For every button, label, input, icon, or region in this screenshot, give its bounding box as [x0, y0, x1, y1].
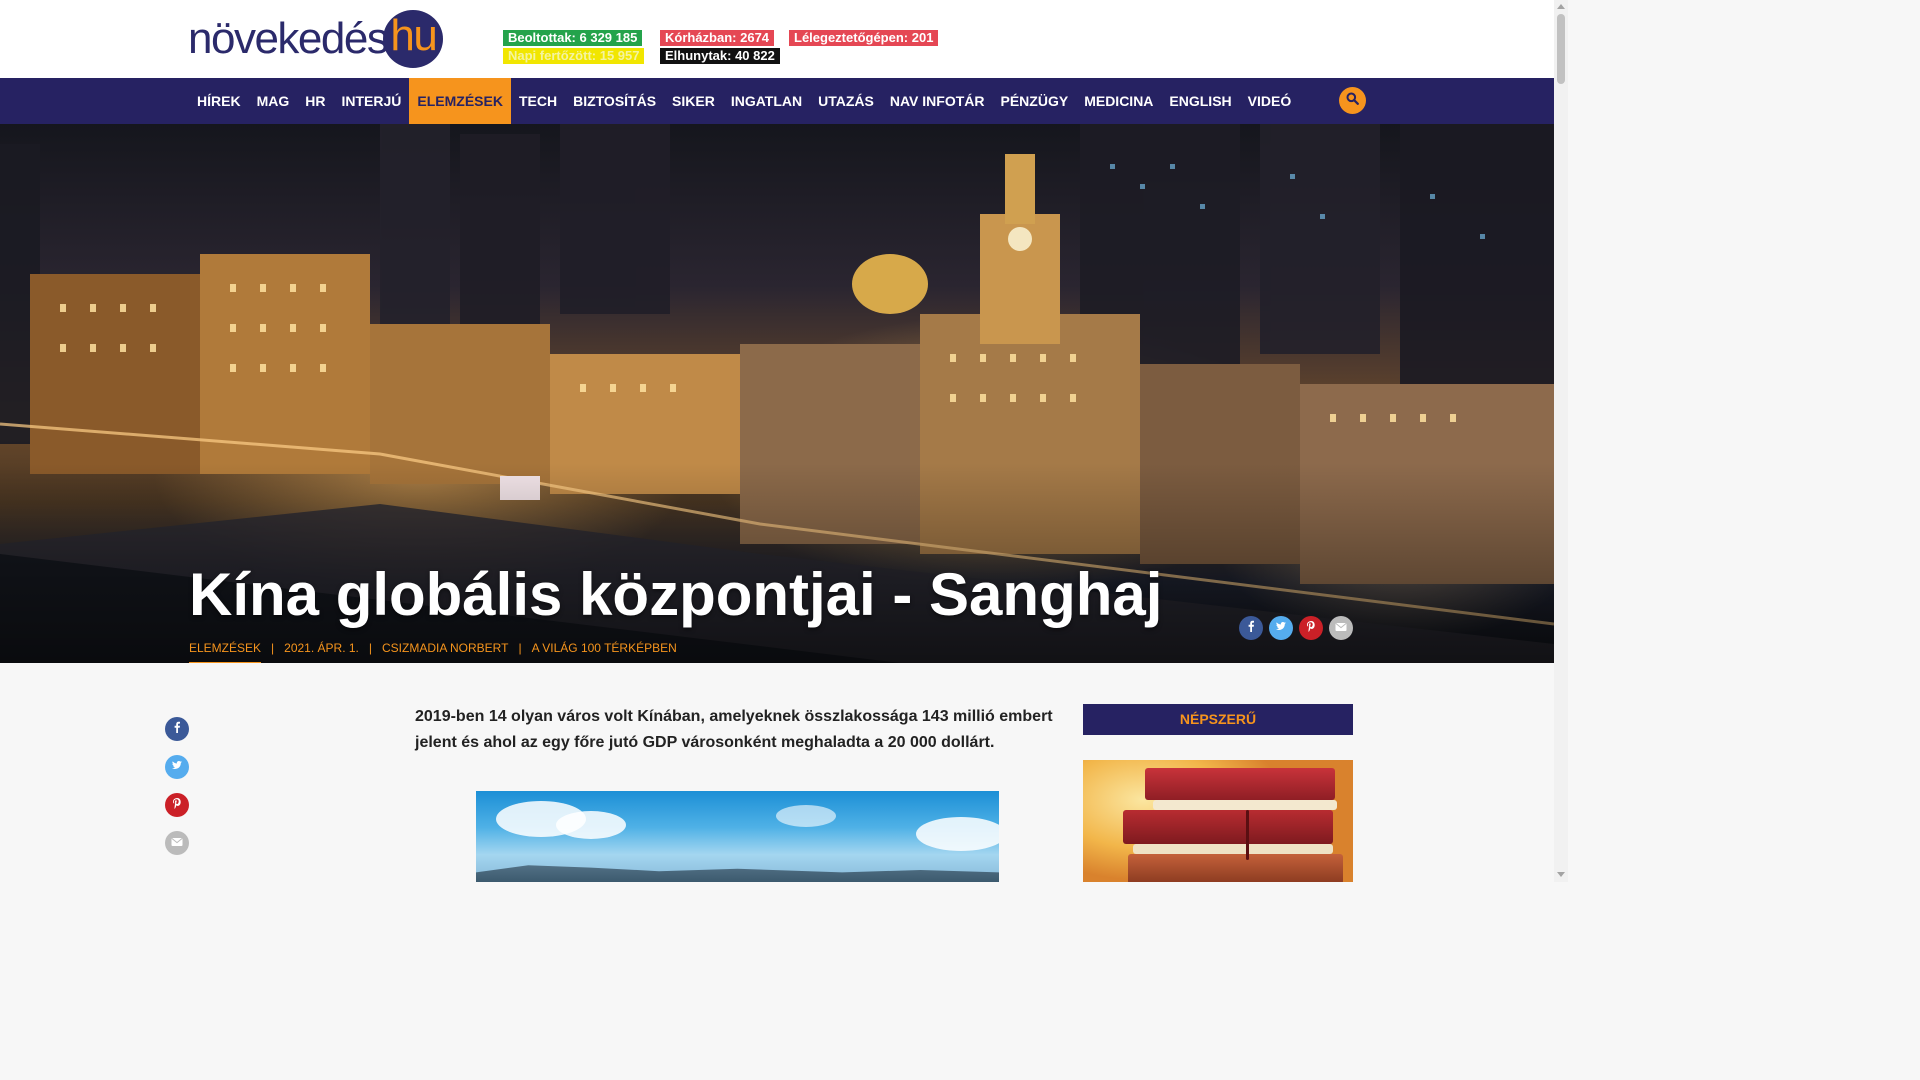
stat-vaccinated: Beoltottak: 6 329 185 — [503, 30, 643, 46]
pinterest-share-button[interactable] — [165, 793, 189, 817]
meta-date: 2021. ÁPR. 1. — [284, 641, 359, 655]
site-logo[interactable]: növekedés hu — [188, 10, 444, 68]
nav-item-hr[interactable]: HR — [297, 78, 333, 124]
cloud-shape — [916, 817, 999, 851]
nav-item-siker[interactable]: SIKER — [664, 78, 723, 124]
email-icon — [171, 834, 183, 852]
nav-item-videó[interactable]: VIDEÓ — [1240, 78, 1300, 124]
logo-circle: hu — [383, 10, 444, 68]
page-scrollbar[interactable] — [1554, 0, 1568, 882]
facebook-share-button[interactable] — [165, 717, 189, 741]
meta-series[interactable]: A VILÁG 100 TÉRKÉPBEN — [532, 641, 677, 663]
meta-separator: | — [518, 641, 522, 655]
scroll-up-arrow-icon[interactable] — [1557, 4, 1565, 9]
nav-item-ingatlan[interactable]: INGATLAN — [723, 78, 810, 124]
nav-item-biztosítás[interactable]: BIZTOSÍTÁS — [565, 78, 664, 124]
nav-item-elemzések[interactable]: ELEMZÉSEK — [409, 78, 511, 124]
popular-article-image[interactable] — [1083, 760, 1353, 882]
book-shape — [1153, 800, 1337, 810]
nav-item-medicina[interactable]: MEDICINA — [1076, 78, 1161, 124]
stat-dead: Elhunytak: 40 822 — [660, 48, 780, 64]
article-meta: ELEMZÉSEK | 2021. ÁPR. 1. | CSIZMADIA NO… — [189, 641, 677, 663]
nav-item-mag[interactable]: MAG — [249, 78, 298, 124]
pinterest-icon — [171, 796, 183, 814]
stat-ventilator: Lélegeztetőgépen: 201 — [789, 30, 939, 46]
nav-item-hírek[interactable]: HÍREK — [189, 78, 249, 124]
side-share-buttons — [165, 717, 189, 855]
bookmark-ribbon — [1246, 810, 1249, 860]
facebook-share-button[interactable] — [1239, 616, 1263, 640]
nav-items: HÍREK MAG HR INTERJÚ ELEMZÉSEK TECH BIZTOSÍTÁS… — [189, 78, 1299, 124]
stat-daily: Napi fertőzött: 15 957 — [503, 48, 645, 64]
twitter-share-button[interactable] — [1269, 616, 1293, 640]
nav-item-nav-infotár[interactable]: NAV INFOTÁR — [882, 78, 993, 124]
scrollbar-thumb[interactable] — [1557, 14, 1565, 84]
meta-separator: | — [271, 641, 275, 655]
email-share-button[interactable] — [165, 831, 189, 855]
twitter-icon — [1275, 619, 1287, 637]
facebook-icon — [1245, 619, 1257, 637]
logo-word: növekedés — [188, 14, 389, 63]
book-shape — [1128, 854, 1343, 882]
search-icon — [1346, 92, 1359, 110]
nav-item-english[interactable]: ENGLISH — [1161, 78, 1239, 124]
main-nav: HÍREK MAG HR INTERJÚ ELEMZÉSEK TECH BIZTOSÍTÁS… — [0, 78, 1554, 124]
scroll-down-arrow-icon[interactable] — [1557, 872, 1565, 877]
hero-image: Kína globális központjai - Sanghaj ELEMZ… — [0, 124, 1554, 663]
nav-item-utazás[interactable]: UTAZÁS — [810, 78, 882, 124]
pinterest-icon — [1305, 619, 1317, 637]
nav-item-interjú[interactable]: INTERJÚ — [333, 78, 409, 124]
nav-item-pénzügy[interactable]: PÉNZÜGY — [993, 78, 1077, 124]
book-shape — [1133, 844, 1333, 854]
article-lead: 2019-ben 14 olyan város volt Kínában, am… — [415, 708, 1053, 751]
book-shape — [1145, 768, 1335, 800]
site-header: növekedés hu Beoltottak: 6 329 185 Kórhá… — [0, 0, 1554, 78]
cloud-shape — [556, 811, 626, 839]
search-button[interactable] — [1339, 87, 1366, 114]
hero-share-buttons — [1239, 616, 1353, 640]
cloud-shape — [776, 805, 836, 827]
meta-separator: | — [368, 641, 372, 655]
pinterest-share-button[interactable] — [1299, 616, 1323, 640]
book-shape — [1123, 810, 1333, 844]
twitter-share-button[interactable] — [165, 755, 189, 779]
hills-shape — [476, 865, 999, 882]
email-share-button[interactable] — [1329, 616, 1353, 640]
sidebar-popular-heading: NÉPSZERŰ — [1083, 704, 1353, 735]
stat-hospital: Kórházban: 2674 — [660, 30, 775, 46]
facebook-icon — [171, 720, 183, 738]
article-title: Kína globális központjai - Sanghaj — [189, 561, 1163, 628]
email-icon — [1335, 619, 1347, 637]
article-image — [476, 791, 999, 882]
meta-category[interactable]: ELEMZÉSEK — [189, 641, 262, 663]
meta-author[interactable]: CSIZMADIA NORBERT — [382, 641, 508, 663]
twitter-icon — [171, 758, 183, 776]
nav-item-tech[interactable]: TECH — [511, 78, 565, 124]
